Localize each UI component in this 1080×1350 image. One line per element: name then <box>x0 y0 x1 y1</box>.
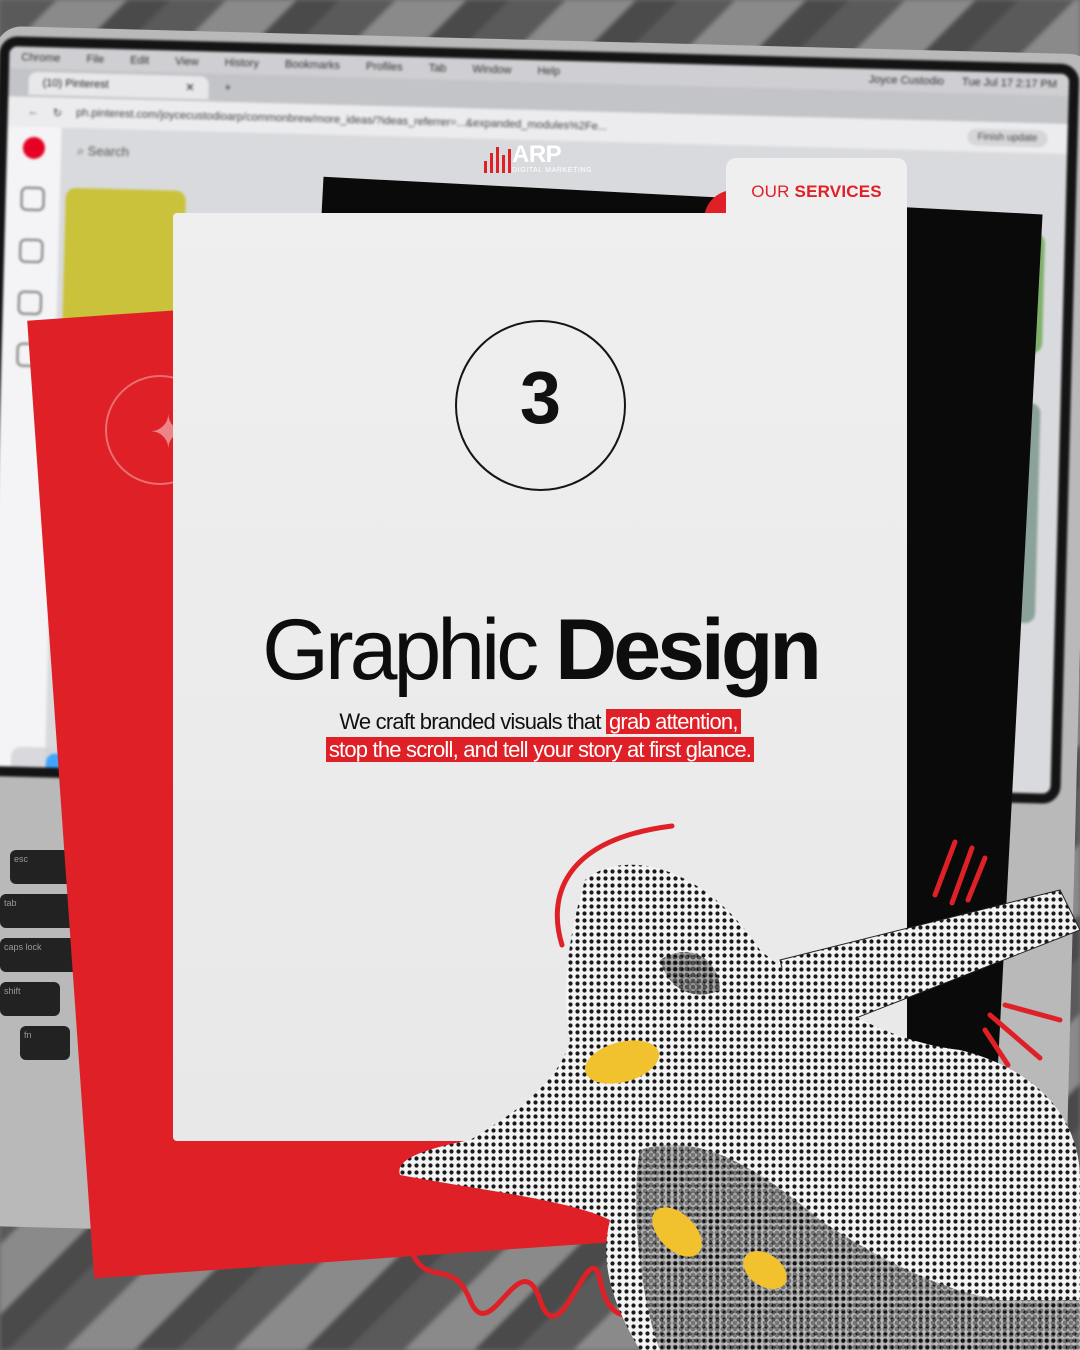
description-highlight: grab attention, <box>605 709 741 734</box>
description-highlight: stop the scroll, and tell your story at … <box>325 737 755 762</box>
search-placeholder: Search <box>87 143 130 160</box>
clock: Tue Jul 17 2:17 PM <box>961 76 1058 91</box>
menu-item[interactable]: Window <box>472 63 511 76</box>
poster: Chrome File Edit View History Bookmarks … <box>0 0 1080 1350</box>
pinterest-icon[interactable] <box>22 136 46 160</box>
service-title: Graphic Design <box>173 600 907 700</box>
section-emphasis: SERVICES <box>794 182 882 201</box>
menu-item[interactable]: File <box>86 53 104 65</box>
finish-update-button[interactable]: Finish update <box>967 127 1048 147</box>
menu-item[interactable]: History <box>225 57 260 70</box>
browser-tab[interactable]: (10) Pinterest ✕ <box>28 71 209 99</box>
key[interactable]: shift <box>0 982 60 1016</box>
menu-item[interactable]: Help <box>537 65 560 78</box>
menu-item[interactable]: Bookmarks <box>285 58 340 71</box>
brand-tagline: DIGITAL MARKETING <box>512 167 593 174</box>
home-icon[interactable] <box>20 186 45 212</box>
bell-icon[interactable] <box>17 290 43 316</box>
section-label: OUR SERVICES <box>726 182 907 202</box>
menu-item[interactable]: Profiles <box>366 61 403 74</box>
section-prefix: OUR <box>751 182 790 201</box>
user-name: Joyce Custodio <box>868 73 945 88</box>
menu-item[interactable]: Chrome <box>21 52 60 65</box>
new-tab-icon[interactable]: + <box>224 82 231 94</box>
service-description: We craft branded visuals that grab atten… <box>173 708 907 764</box>
plus-icon[interactable] <box>18 238 44 264</box>
key[interactable]: caps lock <box>0 938 80 972</box>
key[interactable]: fn <box>20 1026 70 1060</box>
back-icon[interactable]: ← <box>28 106 39 118</box>
menu-item[interactable]: Edit <box>130 54 149 66</box>
logo-bars-icon <box>484 147 511 173</box>
service-number: 3 <box>519 356 562 439</box>
search-input[interactable]: ⌕ Search <box>77 143 130 160</box>
brand-name: ARP <box>512 141 562 168</box>
menu-item[interactable]: Tab <box>428 62 446 74</box>
title-bold: Design <box>555 602 822 698</box>
description-plain: We craft branded visuals that <box>339 709 601 734</box>
menu-item[interactable]: View <box>175 56 199 69</box>
close-icon[interactable]: ✕ <box>185 80 195 93</box>
brand-logo: ARP DIGITAL MARKETING <box>484 141 604 179</box>
tab-title: (10) Pinterest <box>42 76 109 91</box>
pin-image[interactable] <box>62 187 186 331</box>
title-light: Graphic <box>262 602 539 698</box>
reload-icon[interactable]: ↻ <box>53 106 63 119</box>
